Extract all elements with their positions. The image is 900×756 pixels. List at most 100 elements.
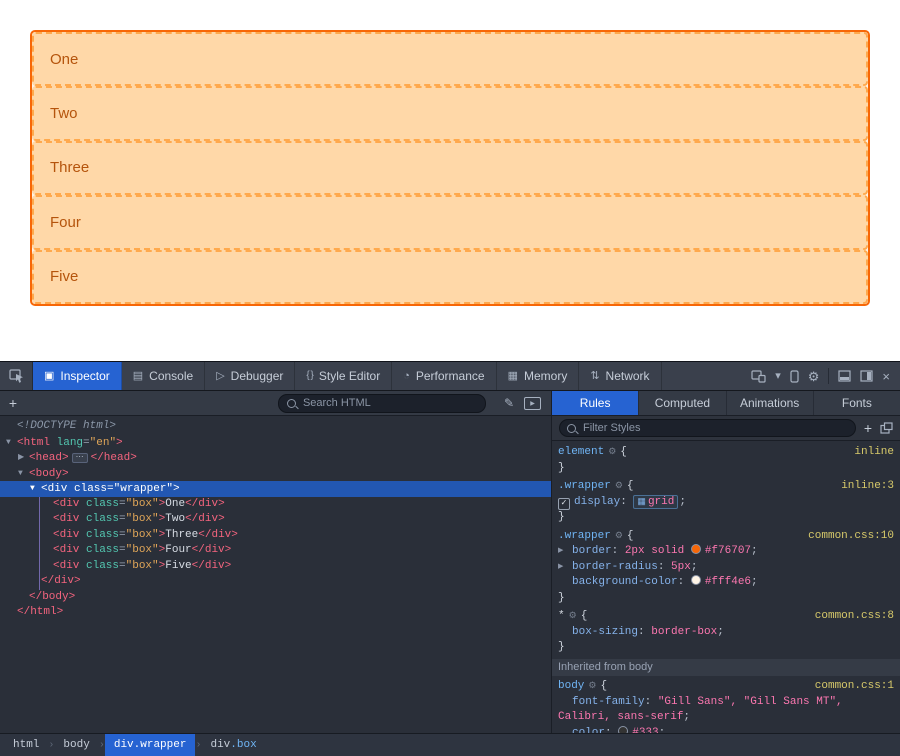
css-rule: *⚙ {common.css:8box-sizing: border-box;}	[552, 609, 900, 656]
markup-node[interactable]: <div class="box">Two</div>	[0, 512, 551, 528]
sidebar-tab-rules[interactable]: Rules	[552, 391, 639, 415]
tab-debugger[interactable]: ▷Debugger	[205, 362, 295, 390]
breadcrumb-class: .box	[230, 739, 256, 751]
expander-icon[interactable]: ▼	[30, 481, 41, 497]
markup-doctype: <!DOCTYPE html>	[17, 420, 116, 432]
property-name: border	[572, 545, 612, 557]
class-panel-icon[interactable]	[880, 422, 893, 434]
property-value: #f76707	[705, 545, 751, 557]
rule-source-link[interactable]: inline	[854, 445, 894, 461]
markup-tag: </html>	[17, 606, 63, 618]
devtools-main: + ✎ ▶ <!DOCTYPE html>▼<html lang="en">▶<…	[0, 391, 900, 733]
dock-bottom-icon[interactable]	[838, 370, 851, 382]
eyedropper-icon[interactable]: ✎	[504, 397, 514, 409]
tab-inspector[interactable]: ▣Inspector	[33, 362, 122, 390]
css-declaration[interactable]: color: #333;	[552, 726, 900, 734]
declaration-checkbox[interactable]: ✓	[558, 498, 570, 510]
dock-side-icon[interactable]	[860, 370, 873, 382]
selector-highlighter-icon[interactable]: ⚙	[569, 612, 577, 621]
rule-source-link[interactable]: inline:3	[841, 479, 894, 495]
expander-icon[interactable]: ▼	[6, 435, 17, 451]
inherited-from-header: Inherited from body	[552, 659, 900, 677]
tab-style-editor[interactable]: { }Style Editor	[295, 362, 392, 390]
play-box-icon[interactable]: ▶	[524, 397, 541, 410]
markup-text: Five	[165, 560, 191, 572]
close-brace: }	[552, 640, 900, 656]
toolbar-right-icons: ▾ ⚙ ×	[751, 362, 900, 390]
markup-node[interactable]: </html>	[0, 605, 551, 621]
caret-down-icon[interactable]: ▾	[775, 371, 781, 382]
expand-shorthand-icon[interactable]: ▶	[558, 560, 572, 576]
device-icon[interactable]	[790, 370, 799, 383]
css-rule: .wrapper⚙ {inline:3✓display: ▦grid;}	[552, 479, 900, 526]
sidebar-tabs: RulesComputedAnimationsFonts	[552, 391, 900, 416]
markup-attr: class	[79, 529, 119, 541]
responsive-design-icon[interactable]	[751, 370, 766, 383]
markup-node[interactable]: </div>	[0, 574, 551, 590]
css-declaration[interactable]: ▶border: 2px solid #f76707;	[552, 544, 900, 560]
markup-eq: =	[119, 498, 126, 510]
filter-styles-input[interactable]	[581, 421, 848, 435]
color-swatch[interactable]	[691, 575, 701, 585]
css-declaration[interactable]: ▶border-radius: 5px;	[552, 560, 900, 576]
tab-memory[interactable]: ▦Memory	[497, 362, 580, 390]
sidebar-tab-animations[interactable]: Animations	[727, 391, 814, 415]
markup-node[interactable]: <div class="box">Five</div>	[0, 559, 551, 575]
add-rule-button[interactable]: +	[864, 421, 872, 435]
expander-icon[interactable]: ▶	[18, 450, 29, 466]
selector-highlighter-icon[interactable]: ⚙	[615, 532, 623, 541]
rule-selector[interactable]: .wrapper	[558, 479, 611, 495]
search-box[interactable]	[278, 394, 486, 413]
markup-text: Three	[165, 529, 198, 541]
grid-icon: ▦	[637, 497, 646, 507]
rule-selector[interactable]: *	[558, 609, 565, 625]
markup-node[interactable]: <div class="box">Three</div>	[0, 528, 551, 544]
search-input[interactable]	[301, 396, 477, 410]
grid-box: One	[32, 32, 868, 86]
markup-attr: class	[79, 513, 119, 525]
grid-toggle-badge[interactable]: ▦grid	[633, 495, 678, 509]
markup-node[interactable]: ▼<body>	[0, 466, 551, 482]
css-declaration[interactable]: font-family: "Gill Sans", "Gill Sans MT"…	[552, 695, 900, 726]
selector-highlighter-icon[interactable]: ⚙	[588, 682, 596, 691]
property-value: 5px	[671, 561, 691, 573]
markup-node[interactable]: ▶<head>⋯</head>	[0, 450, 551, 466]
rule-selector[interactable]: element	[558, 445, 604, 461]
markup-node[interactable]: ▼<div class="wrapper">	[0, 481, 551, 497]
expand-shorthand-icon[interactable]: ▶	[558, 544, 572, 560]
css-declaration[interactable]: box-sizing: border-box;	[552, 625, 900, 641]
sidebar-tab-fonts[interactable]: Fonts	[814, 391, 900, 415]
rule-source-link[interactable]: common.css:8	[815, 609, 894, 625]
tab-performance[interactable]: ◔Performance	[392, 362, 496, 390]
rules-panel: element⚙ {inline}.wrapper⚙ {inline:3✓dis…	[552, 441, 900, 733]
selector-highlighter-icon[interactable]: ⚙	[608, 448, 616, 457]
rule-selector[interactable]: body	[558, 679, 584, 695]
pick-element-button[interactable]	[0, 362, 33, 390]
color-swatch[interactable]	[691, 544, 701, 554]
markup-eq: =	[119, 513, 126, 525]
tab-console[interactable]: ▤Console	[122, 362, 205, 390]
markup-node[interactable]: <!DOCTYPE html>	[0, 419, 551, 435]
markup-node[interactable]: <div class="box">One</div>	[0, 497, 551, 513]
close-icon[interactable]: ×	[882, 370, 890, 383]
rule-source-link[interactable]: common.css:1	[815, 679, 894, 695]
css-declaration[interactable]: background-color: #fff4e6;	[552, 575, 900, 591]
settings-icon[interactable]: ⚙	[808, 370, 820, 383]
sidebar-tab-computed[interactable]: Computed	[639, 391, 726, 415]
color-swatch[interactable]	[618, 726, 628, 734]
style-editor-icon: { }	[306, 371, 312, 381]
filter-box[interactable]	[559, 419, 856, 437]
markup-node[interactable]: <div class="box">Four</div>	[0, 543, 551, 559]
markup-attr: class	[79, 560, 119, 572]
rule-selector[interactable]: .wrapper	[558, 529, 611, 545]
add-node-button[interactable]: +	[0, 395, 26, 411]
markup-str: "box"	[126, 544, 159, 556]
selector-highlighter-icon[interactable]: ⚙	[615, 482, 623, 491]
css-declaration[interactable]: ✓display: ▦grid;	[552, 495, 900, 511]
rule-source-link[interactable]: common.css:10	[808, 529, 894, 545]
markup-node[interactable]: </body>	[0, 590, 551, 606]
markup-tag: <div	[53, 529, 79, 541]
expander-icon[interactable]: ▼	[18, 466, 29, 482]
markup-node[interactable]: ▼<html lang="en">	[0, 435, 551, 451]
tab-network[interactable]: ⇅Network	[579, 362, 661, 390]
